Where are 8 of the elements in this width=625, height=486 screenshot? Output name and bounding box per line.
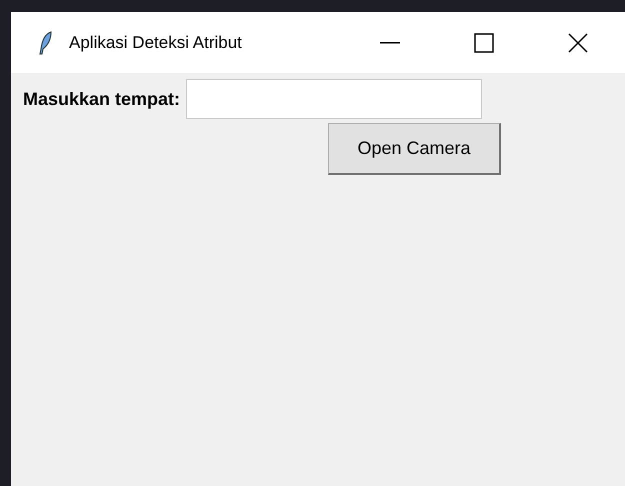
feather-icon [39, 30, 53, 54]
minimize-icon [380, 42, 400, 44]
open-camera-button[interactable]: Open Camera [328, 123, 501, 175]
place-label: Masukkan tempat: [23, 88, 180, 111]
window-title: Aplikasi Deteksi Atribut [69, 32, 242, 54]
close-icon [568, 32, 588, 52]
place-input-field[interactable] [186, 79, 482, 119]
maximize-icon [474, 32, 494, 52]
